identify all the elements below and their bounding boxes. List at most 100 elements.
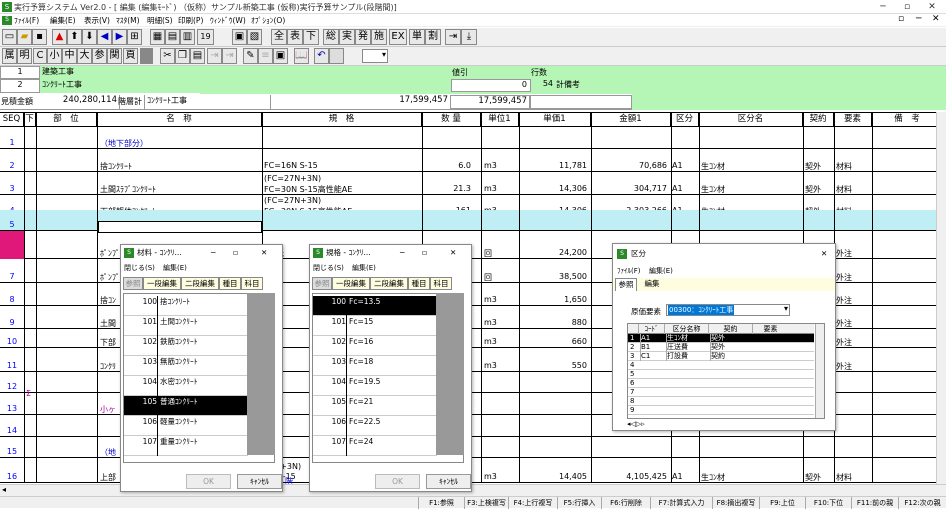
arrow-down-bar-icon[interactable]: ⤓ [461, 29, 477, 45]
undo-icon[interactable]: ↶ [314, 48, 329, 64]
dialog-zairyo-tab-ref[interactable]: 参照 [123, 277, 143, 290]
row-spec-upper[interactable]: (FC=27N+3N) [264, 196, 420, 205]
zoom-select[interactable]: ▾ [362, 49, 388, 63]
col-shita[interactable]: 下 [24, 112, 36, 126]
btn-chu[interactable]: 中 [62, 48, 77, 64]
list-item[interactable]: 100 捨ｺﾝｸﾘｰﾄ [124, 296, 248, 316]
row-seq[interactable]: 11 [0, 361, 24, 370]
row-kubun[interactable]: A1 [672, 161, 698, 170]
fkey-button[interactable]: F6:行削除 [601, 497, 650, 509]
row-seq[interactable]: 12 [0, 382, 24, 391]
btn-page[interactable]: 頁 [123, 48, 138, 64]
row-unit[interactable]: m3 [484, 184, 518, 193]
row-unit[interactable]: m3 [484, 161, 518, 170]
row-unit[interactable]: 回 [484, 272, 518, 283]
row-spec[interactable]: FC=16N S-15 [264, 161, 420, 170]
fkey-button[interactable]: F11:前の親 [851, 497, 898, 509]
btn-kan[interactable]: 関 [107, 48, 122, 64]
row-kubunname[interactable]: 生ｺﾝ材 [701, 161, 801, 172]
row-keiyaku[interactable]: 契外 [805, 161, 833, 172]
scroll-left-icon[interactable]: ◂ [2, 485, 6, 494]
row-kubun[interactable]: A1 [672, 472, 698, 481]
row-price[interactable]: 24,200 [521, 248, 587, 257]
row-seq[interactable]: 10 [0, 337, 24, 346]
btn-hyo[interactable]: 表 [287, 29, 303, 45]
dialog-zairyo-min-icon[interactable]: ─ [211, 245, 216, 261]
row-seq[interactable]: 16 [0, 472, 24, 481]
list-item[interactable]: 103 Fc=18 [313, 356, 437, 376]
row-spec-upper[interactable]: (FC=27N+3N) [264, 174, 420, 183]
row-seq[interactable]: 14 [0, 426, 24, 435]
row-kubunname[interactable]: 生ｺﾝ材 [701, 472, 801, 483]
dialog-kikaku-tab-edit2[interactable]: 二段編集 [370, 277, 408, 290]
btn-hatsu[interactable]: 発 [355, 29, 371, 45]
row-name[interactable]: （地下部分） [100, 138, 260, 149]
tree-icon[interactable]: ⊞ [127, 29, 142, 45]
list-item[interactable]: 104 Fc=19.5 [313, 376, 437, 396]
cut-icon[interactable]: ✂ [160, 48, 175, 64]
fkey-button[interactable]: F3:上検複写 [464, 497, 508, 509]
dialog-zairyo-cancel-button[interactable]: ｷｬﾝｾﾙ [237, 474, 282, 489]
active-cell-input[interactable] [98, 221, 262, 233]
row-unit[interactable]: m3 [484, 361, 518, 370]
dialog-kikaku-ok-button[interactable]: OK [375, 474, 420, 489]
dialog-kubun-menu-edit[interactable]: 編集(E) [649, 266, 673, 276]
btn-c[interactable]: C [33, 48, 47, 64]
row-price[interactable]: 550 [521, 361, 587, 370]
kubun-row[interactable]: 1 A1 生ｺﾝ材 契外 [628, 334, 814, 343]
col-kikaku[interactable]: 規 格 [262, 112, 422, 126]
row-youso[interactable]: 材料 [836, 184, 871, 195]
dialog-zairyo-tab-kamoku[interactable]: 科目 [241, 277, 263, 290]
row-seq[interactable]: 6 [0, 231, 24, 259]
dialog-zairyo-menu-edit[interactable]: 編集(E) [163, 263, 187, 273]
row-keiyaku[interactable]: 契外 [805, 184, 833, 195]
row-youso[interactable]: 材料 [836, 472, 871, 483]
kubun-row[interactable]: 9 [628, 406, 814, 415]
doc-edit-icon[interactable]: ▧ [247, 29, 262, 45]
dialog-zairyo-tab-edit1[interactable]: 一段編集 [143, 277, 181, 290]
col-suryo[interactable]: 数 量 [422, 112, 481, 126]
row-seq[interactable]: 3 [0, 184, 24, 193]
dialog-kikaku-tab-ref[interactable]: 参照 [312, 277, 332, 290]
row-unit[interactable]: m3 [484, 337, 518, 346]
kubun-header-cell[interactable]: ｺｰﾄﾞ [638, 324, 664, 334]
blank-icon[interactable] [329, 48, 344, 64]
list-item[interactable]: 106 Fc=22.5 [313, 416, 437, 436]
btn-tan[interactable]: 単 [409, 29, 425, 45]
row-name[interactable]: 捨ｺﾝｸﾘｰﾄ [100, 161, 260, 172]
list-item[interactable]: 101 土間ｺﾝｸﾘｰﾄ [124, 316, 248, 336]
menu-edit[interactable]: 編集(E) [50, 15, 76, 26]
row-qty[interactable]: 6.0 [424, 161, 471, 170]
col-seq[interactable]: SEQ [0, 112, 24, 126]
dialog-kikaku-menu-edit[interactable]: 編集(E) [352, 263, 376, 273]
fkey-button[interactable]: F12:次の親 [898, 497, 946, 509]
fkey-button[interactable]: F9:上位 [759, 497, 805, 509]
kubun-row[interactable]: 4 [628, 361, 814, 370]
gray-box-icon[interactable] [140, 48, 153, 64]
dialog-kikaku-scrollbar[interactable] [436, 293, 464, 455]
row-name[interactable]: 土間ｽﾗﾌﾞｺﾝｸﾘｰﾄ [100, 184, 260, 195]
menu-file[interactable]: ﾌｧｲﾙ(F) [14, 15, 39, 26]
row-unit[interactable]: m3 [484, 472, 518, 481]
row-unit[interactable]: m3 [484, 318, 518, 327]
menu-master[interactable]: ﾏｽﾀ(M) [116, 15, 140, 26]
arrow-down-icon[interactable]: ⬇ [82, 29, 97, 45]
genka-select[interactable]: 00300：ｺﾝｸﾘｰﾄ工事 ▾ [666, 304, 790, 316]
kubun-row[interactable]: 3 C1 打設費 契約 [628, 352, 814, 361]
row-seq[interactable]: 2 [0, 161, 24, 170]
row-seq[interactable]: 15 [0, 447, 24, 456]
list-item[interactable]: 102 Fc=16 [313, 336, 437, 356]
row-seq[interactable]: 13 [0, 404, 24, 413]
btn-zoku[interactable]: 属 [2, 48, 17, 64]
btn-se[interactable]: 施 [371, 29, 387, 45]
paste-icon[interactable]: ▤ [190, 48, 205, 64]
fkey-button[interactable]: F10:下位 [805, 497, 851, 509]
btn-sho[interactable]: 小 [47, 48, 62, 64]
kubun-scroll-bottom[interactable]: ◂◁▷▹ [627, 420, 687, 429]
copy-icon[interactable]: ❐ [175, 48, 190, 64]
dialog-kikaku-tab-edit1[interactable]: 一段編集 [332, 277, 370, 290]
fkey-button[interactable]: F8:摘出複写 [712, 497, 759, 509]
menu-view[interactable]: 表示(V) [84, 15, 110, 26]
kubun-header-cell[interactable]: 要素 [752, 324, 788, 334]
row-price[interactable]: 38,500 [521, 272, 587, 281]
